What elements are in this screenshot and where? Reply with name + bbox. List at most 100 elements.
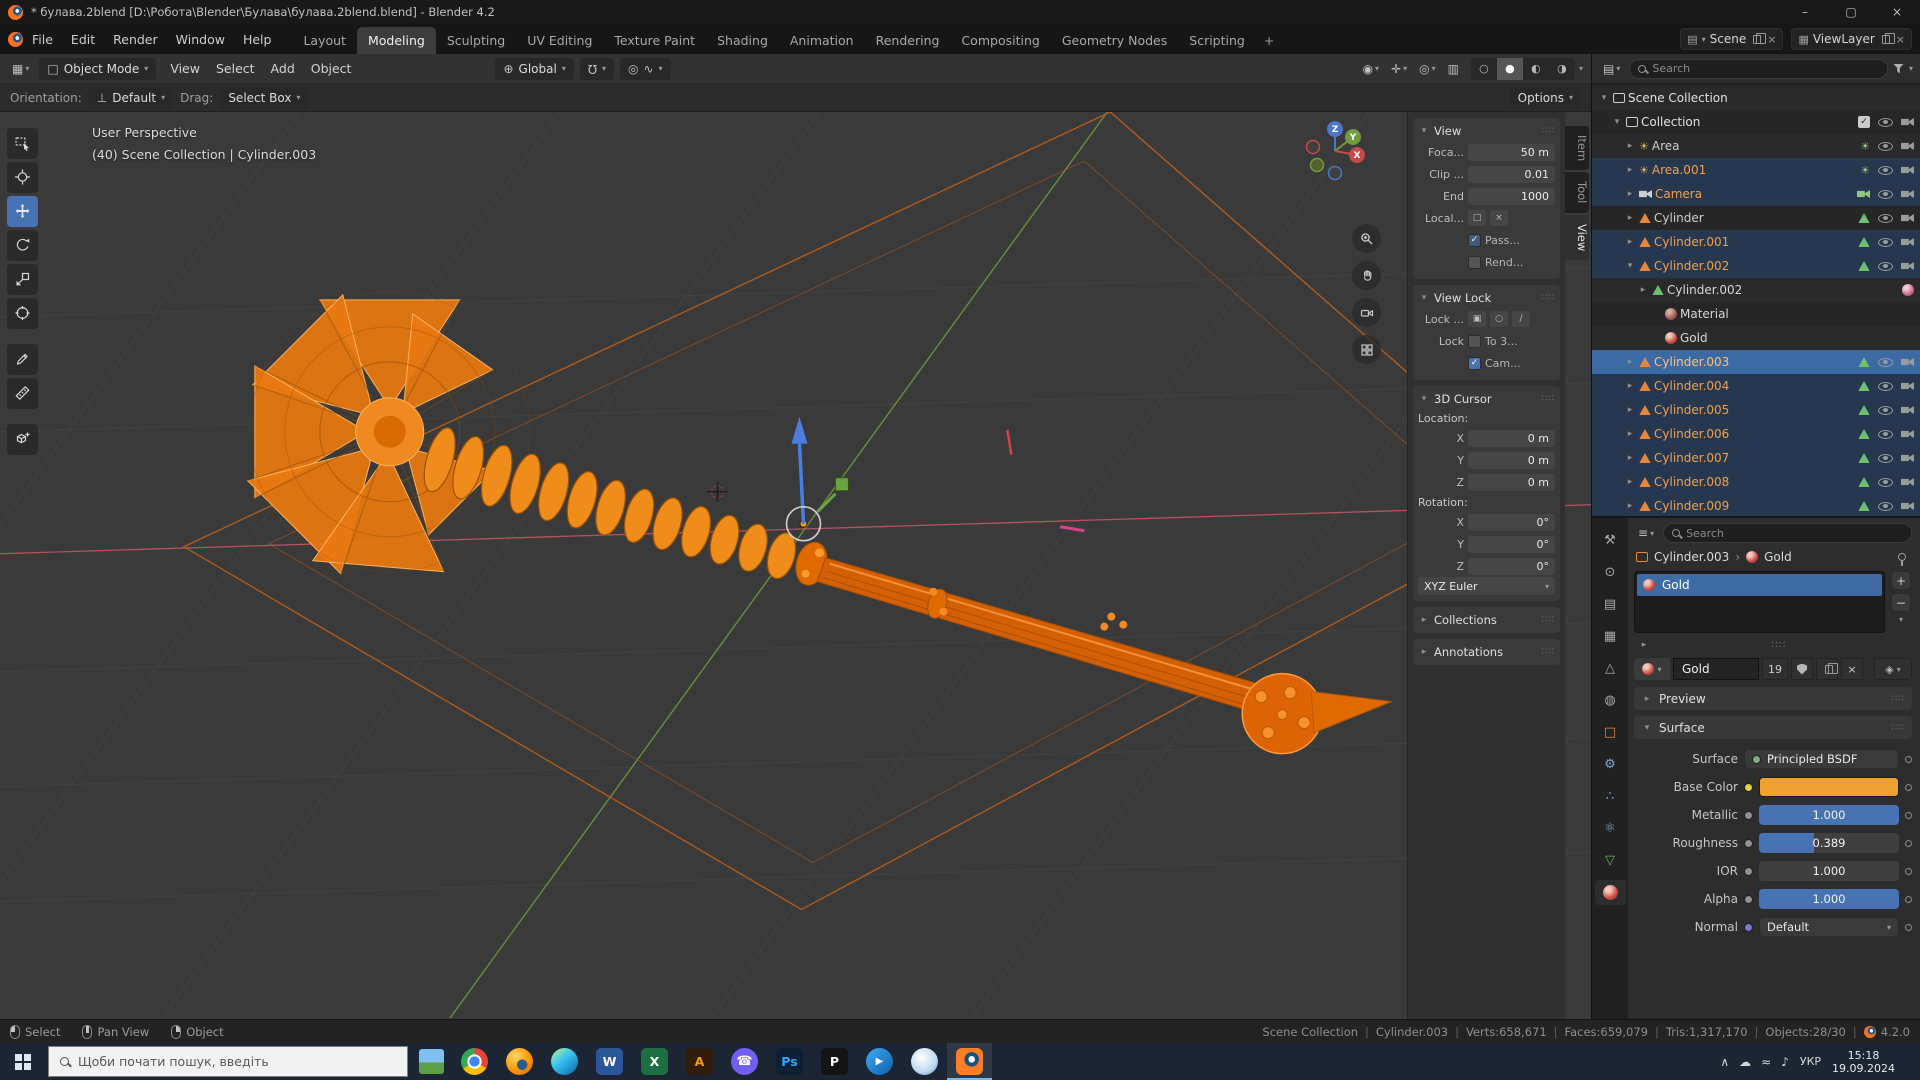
maximize-button[interactable]: ▢ bbox=[1828, 0, 1874, 24]
properties-tab-tool[interactable]: ⚒ bbox=[1595, 528, 1626, 553]
clock[interactable]: 15:18 19.09.2024 bbox=[1832, 1049, 1895, 1075]
expander-icon[interactable]: ▸ bbox=[1624, 213, 1636, 223]
fake-user-button[interactable] bbox=[1791, 658, 1813, 680]
keyframe-dot[interactable] bbox=[1905, 811, 1912, 819]
eye-icon[interactable] bbox=[1878, 261, 1893, 271]
editor-type-button[interactable]: ▦ ▾ bbox=[8, 60, 33, 78]
cam-icon[interactable] bbox=[1901, 165, 1914, 175]
eye-icon[interactable] bbox=[1878, 405, 1893, 415]
taskbar-app-media-player[interactable]: ▶ bbox=[857, 1043, 902, 1080]
material-slot-row[interactable]: Gold bbox=[1637, 574, 1882, 596]
remove-viewlayer-icon[interactable]: × bbox=[1896, 33, 1905, 46]
new-scene-icon[interactable] bbox=[1753, 32, 1767, 44]
taskbar-app-pen-tablet[interactable]: P bbox=[812, 1043, 857, 1080]
expander-icon[interactable]: ▸ bbox=[1624, 405, 1636, 415]
eye-icon[interactable] bbox=[1878, 429, 1893, 439]
properties-tab-world[interactable]: ◍ bbox=[1595, 688, 1626, 713]
viewport-menu-select[interactable]: Select bbox=[208, 58, 263, 79]
expander-icon[interactable]: ▾ bbox=[1611, 117, 1623, 127]
eye-icon[interactable] bbox=[1878, 477, 1893, 487]
taskbar-app-firefox[interactable] bbox=[497, 1043, 542, 1080]
sidebar-tab-tool[interactable]: Tool bbox=[1565, 172, 1589, 213]
checkbox[interactable] bbox=[1468, 255, 1481, 269]
sidebar-tab-view[interactable]: View bbox=[1565, 214, 1589, 260]
proportional-editing-toggle[interactable]: ◎ ∿ ▾ bbox=[620, 57, 671, 80]
value-slider[interactable]: 1.000 bbox=[1759, 805, 1899, 825]
scene-selector[interactable]: ▤ ▾ Scene × bbox=[1680, 28, 1784, 50]
checkbox[interactable]: ✓ bbox=[1468, 356, 1481, 370]
tool-move[interactable] bbox=[7, 196, 38, 227]
taskbar-app-blender[interactable] bbox=[947, 1043, 992, 1080]
checkbox[interactable]: ✓ bbox=[1468, 233, 1481, 247]
expander-icon[interactable]: ▸ bbox=[1624, 477, 1636, 487]
properties-tab-physics[interactable]: ⚛ bbox=[1595, 816, 1626, 841]
outliner-row-gold[interactable]: Gold bbox=[1592, 326, 1920, 350]
taskbar-search-input[interactable]: Щоби почати пошук, введіть bbox=[48, 1046, 408, 1077]
keyframe-dot[interactable] bbox=[1905, 755, 1912, 763]
tray-cloud-icon[interactable]: ☁ bbox=[1739, 1055, 1751, 1069]
tool-select-box[interactable] bbox=[7, 128, 38, 159]
local-camera-icon[interactable]: × bbox=[1490, 210, 1508, 226]
blender-menu-icon[interactable] bbox=[8, 31, 23, 47]
eye-icon[interactable] bbox=[1878, 189, 1893, 199]
viewlayer-selector[interactable]: ▦ ViewLayer × bbox=[1791, 28, 1912, 50]
shading-dropdown-icon[interactable]: ▾ bbox=[1579, 64, 1583, 73]
drag-dropdown[interactable]: Select Box ▾ bbox=[220, 86, 309, 109]
xray-toggle[interactable]: ▥ bbox=[1444, 60, 1463, 78]
shading-material-button[interactable]: ◐ bbox=[1523, 58, 1549, 80]
remove-slot-button[interactable]: − bbox=[1891, 593, 1911, 612]
cam-icon[interactable] bbox=[1901, 453, 1914, 463]
cam-icon[interactable] bbox=[1901, 429, 1914, 439]
workspace-tab-layout[interactable]: Layout bbox=[292, 27, 357, 54]
workspace-tab-texture-paint[interactable]: Texture Paint bbox=[603, 27, 706, 54]
copy-material-button[interactable] bbox=[1816, 658, 1838, 680]
material-slot-list[interactable]: Gold bbox=[1634, 571, 1885, 633]
options-dropdown[interactable]: Options ▾ bbox=[1509, 86, 1581, 109]
view-panel-header[interactable]: ▾ View ∷∷ bbox=[1418, 121, 1555, 141]
expander-icon[interactable]: ▸ bbox=[1624, 237, 1636, 247]
cam-icon[interactable] bbox=[1901, 477, 1914, 487]
clip-field[interactable]: 0.01 bbox=[1468, 165, 1555, 183]
outliner-row-cylinder-003[interactable]: ▸ Cylinder.003 bbox=[1592, 350, 1920, 374]
expander-icon[interactable]: ▸ bbox=[1637, 285, 1649, 295]
tool-transform[interactable] bbox=[7, 298, 38, 329]
expander-icon[interactable]: ▸ bbox=[1624, 501, 1636, 511]
grid-toggle-icon[interactable] bbox=[1352, 335, 1381, 364]
properties-tab-particles[interactable]: ∴ bbox=[1595, 784, 1626, 809]
keyframe-dot[interactable] bbox=[1905, 923, 1912, 931]
cursor-rotation-y-field[interactable]: 0° bbox=[1468, 535, 1555, 553]
viewport-menu-add[interactable]: Add bbox=[263, 58, 303, 79]
expander-icon[interactable]: ▸ bbox=[1638, 640, 1650, 650]
keyframe-dot[interactable] bbox=[1905, 895, 1912, 903]
eye-icon[interactable] bbox=[1878, 117, 1893, 127]
taskbar-app-illustrator[interactable]: A bbox=[677, 1043, 722, 1080]
filter-icon[interactable] bbox=[1892, 63, 1904, 74]
3d-cursor-panel-header[interactable]: ▾ 3D Cursor ∷∷ bbox=[1418, 389, 1555, 409]
expander-icon[interactable]: ▸ bbox=[1624, 165, 1636, 175]
expander-icon[interactable]: ▸ bbox=[1624, 453, 1636, 463]
outliner-row-cylinder-009[interactable]: ▸ Cylinder.009 bbox=[1592, 494, 1920, 516]
workspace-tab-geometry-nodes[interactable]: Geometry Nodes bbox=[1051, 27, 1178, 54]
node-tree-button[interactable]: ◈ ▾ bbox=[1874, 658, 1912, 680]
sidebar-tab-item[interactable]: Item bbox=[1565, 126, 1589, 171]
workspace-tab-sculpting[interactable]: Sculpting bbox=[436, 27, 516, 54]
outliner-row-cylinder-002[interactable]: ▾ Cylinder.002 bbox=[1592, 254, 1920, 278]
tray-network-icon[interactable]: ≈ bbox=[1761, 1055, 1771, 1069]
taskbar-app-edge[interactable] bbox=[542, 1043, 587, 1080]
users-count-button[interactable]: 19 bbox=[1762, 658, 1788, 680]
workspace-tab-shading[interactable]: Shading bbox=[706, 27, 779, 54]
cursor-location-y-field[interactable]: 0 m bbox=[1468, 451, 1555, 469]
properties-tab-material[interactable] bbox=[1594, 880, 1626, 905]
collections-panel-header[interactable]: ▸ Collections ∷∷ bbox=[1418, 610, 1555, 630]
taskbar-app-word[interactable]: W bbox=[587, 1043, 632, 1080]
expander-icon[interactable]: ▸ bbox=[1624, 381, 1636, 391]
workspace-tab-modeling[interactable]: Modeling bbox=[356, 27, 436, 54]
expander-icon[interactable]: ▾ bbox=[1624, 261, 1636, 271]
tool-annotate[interactable] bbox=[7, 344, 38, 375]
properties-editor-type-button[interactable]: ≡ ▾ bbox=[1634, 524, 1658, 542]
outliner-row-cylinder[interactable]: ▸ Cylinder bbox=[1592, 206, 1920, 230]
news-widget-button[interactable] bbox=[410, 1043, 452, 1080]
properties-tab-render[interactable]: ⊙ bbox=[1595, 560, 1626, 585]
outliner-row-cylinder-008[interactable]: ▸ Cylinder.008 bbox=[1592, 470, 1920, 494]
outliner-editor-type-button[interactable]: ▤ ▾ bbox=[1599, 60, 1624, 78]
